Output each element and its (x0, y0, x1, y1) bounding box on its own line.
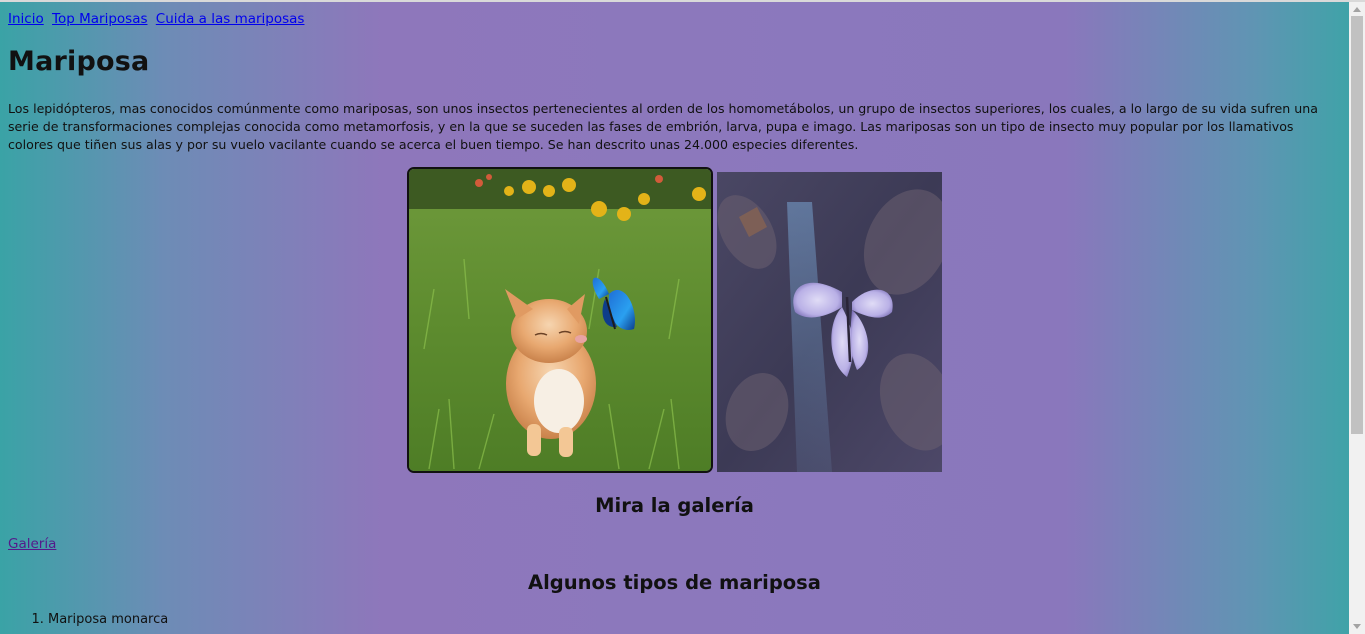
intro-paragraph: Los lepidópteros, mas conocidos comúnmen… (8, 101, 1318, 152)
top-nav: Inicio Top Mariposas Cuida a las maripos… (8, 11, 308, 27)
page-title: Mariposa (8, 46, 150, 77)
scroll-up-arrow-icon[interactable] (1353, 7, 1361, 12)
page-content: Inicio Top Mariposas Cuida a las maripos… (0, 2, 1349, 634)
gallery-link[interactable]: Galería (8, 536, 56, 552)
nav-link-top-mariposas[interactable]: Top Mariposas (52, 11, 147, 27)
purple-butterfly-illustration (717, 172, 942, 472)
list-item: Mariposa monarca (48, 612, 168, 627)
kitten-butterfly-illustration (409, 169, 711, 471)
nav-link-cuida-mariposas[interactable]: Cuida a las mariposas (156, 11, 305, 27)
scrollbar-thumb[interactable] (1351, 16, 1363, 434)
scroll-down-arrow-icon[interactable] (1353, 624, 1361, 629)
purple-butterfly-image (717, 172, 942, 472)
nav-link-inicio[interactable]: Inicio (8, 11, 44, 27)
types-heading: Algunos tipos de mariposa (528, 571, 821, 594)
types-list: Mariposa monarca (0, 612, 168, 627)
kitten-butterfly-image (407, 167, 713, 473)
gallery-heading: Mira la galería (595, 494, 754, 517)
vertical-scrollbar[interactable] (1349, 2, 1365, 634)
